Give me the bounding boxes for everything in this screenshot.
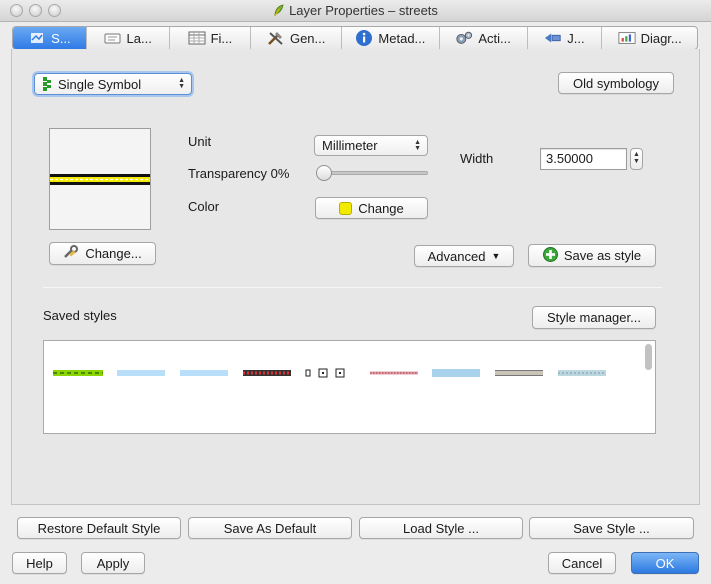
transparency-slider-handle[interactable] bbox=[316, 165, 332, 181]
help-label: Help bbox=[26, 555, 53, 571]
color-change-label: Change bbox=[358, 200, 404, 216]
save-as-style-button[interactable]: Save as style bbox=[528, 244, 656, 267]
tab-actions[interactable]: Acti... bbox=[440, 27, 528, 49]
updown-arrows-icon: ▲ ▼ bbox=[178, 77, 185, 90]
width-label: Width bbox=[460, 151, 494, 166]
style-swatch-railway-red[interactable] bbox=[243, 370, 291, 376]
style-swatch-grey-double[interactable] bbox=[495, 370, 543, 376]
load-style-button[interactable]: Load Style ... bbox=[359, 517, 523, 539]
updown-arrows-icon: ▲ ▼ bbox=[414, 138, 421, 152]
ok-label: OK bbox=[655, 555, 675, 571]
tab-bar: S... La... Fi... Gen... Metad... Acti... bbox=[12, 26, 698, 50]
section-separator bbox=[43, 287, 662, 288]
help-button[interactable]: Help bbox=[12, 552, 67, 574]
fields-table-icon bbox=[188, 30, 206, 46]
style-manager-button[interactable]: Style manager... bbox=[532, 306, 656, 329]
saved-styles-label: Saved styles bbox=[43, 308, 117, 323]
old-symbology-label: Old symbology bbox=[573, 75, 659, 91]
window-title: Layer Properties – streets bbox=[289, 3, 438, 18]
tab-general-label: Gen... bbox=[289, 30, 326, 46]
list-scrollbar[interactable] bbox=[645, 344, 652, 370]
unit-select[interactable]: Millimeter ▲ ▼ bbox=[314, 135, 428, 156]
labels-icon bbox=[104, 30, 122, 46]
style-manager-label: Style manager... bbox=[547, 310, 641, 325]
wrench-icon bbox=[63, 245, 79, 262]
transparency-slider-track[interactable] bbox=[316, 171, 428, 175]
style-panel bbox=[11, 49, 700, 505]
transparency-label: Transparency 0% bbox=[188, 166, 290, 181]
tab-metadata-label: Metad... bbox=[378, 30, 426, 46]
tab-diagrams[interactable]: Diagr... bbox=[602, 27, 697, 49]
width-input[interactable]: 3.50000 bbox=[540, 148, 627, 170]
cancel-label: Cancel bbox=[561, 555, 603, 571]
add-plus-icon bbox=[542, 246, 558, 265]
style-swatch-blue-grey-dashed[interactable] bbox=[558, 370, 606, 376]
diagram-icon bbox=[618, 30, 636, 46]
tab-actions-label: Acti... bbox=[478, 30, 511, 46]
save-style-label: Save Style ... bbox=[573, 520, 650, 536]
dropdown-arrow-icon: ▼ bbox=[491, 251, 501, 261]
ok-button[interactable]: OK bbox=[631, 552, 699, 574]
color-label: Color bbox=[188, 199, 220, 214]
title-bar: Layer Properties – streets bbox=[0, 0, 711, 22]
tab-style-label: S... bbox=[51, 30, 71, 46]
tab-style[interactable]: S... bbox=[13, 27, 87, 49]
change-symbol-button[interactable]: Change... bbox=[49, 242, 156, 265]
load-style-label: Load Style ... bbox=[403, 520, 479, 536]
apply-button[interactable]: Apply bbox=[81, 552, 145, 574]
unit-select-value: Millimeter bbox=[322, 138, 378, 153]
save-as-default-label: Save As Default bbox=[223, 520, 317, 536]
tab-diagrams-label: Diagr... bbox=[640, 30, 682, 46]
save-as-default-button[interactable]: Save As Default bbox=[188, 517, 352, 539]
renderer-select-value: Single Symbol bbox=[58, 76, 142, 92]
restore-default-style-button[interactable]: Restore Default Style bbox=[17, 517, 181, 539]
tab-labels[interactable]: La... bbox=[87, 27, 170, 49]
cancel-button[interactable]: Cancel bbox=[548, 552, 616, 574]
apply-label: Apply bbox=[96, 555, 130, 571]
change-symbol-label: Change... bbox=[85, 246, 142, 261]
tab-metadata[interactable]: Metad... bbox=[342, 27, 440, 49]
tab-labels-label: La... bbox=[126, 30, 152, 46]
style-swatch-light-blue-1[interactable] bbox=[117, 370, 165, 376]
save-as-style-label: Save as style bbox=[563, 248, 642, 263]
renderer-select[interactable]: Single Symbol ▲ ▼ bbox=[34, 73, 192, 95]
unit-label: Unit bbox=[188, 134, 212, 149]
tools-icon bbox=[267, 30, 285, 46]
save-style-button[interactable]: Save Style ... bbox=[529, 517, 694, 539]
restore-default-style-label: Restore Default Style bbox=[37, 520, 161, 536]
tab-fields[interactable]: Fi... bbox=[170, 27, 252, 49]
tab-fields-label: Fi... bbox=[210, 30, 233, 46]
style-swatch-blue-thick[interactable] bbox=[432, 369, 480, 377]
join-icon bbox=[544, 30, 562, 46]
color-swatch bbox=[339, 201, 353, 215]
info-icon bbox=[355, 30, 373, 46]
qgis-logo-icon bbox=[273, 4, 284, 17]
tab-general[interactable]: Gen... bbox=[251, 27, 343, 49]
symbol-preview bbox=[49, 128, 151, 230]
width-stepper[interactable]: ▲ ▼ bbox=[630, 148, 643, 170]
style-swatch-green-dashed[interactable] bbox=[53, 370, 103, 376]
advanced-label: Advanced bbox=[427, 248, 486, 264]
color-change-button[interactable]: Change bbox=[315, 197, 428, 219]
saved-styles-list[interactable] bbox=[43, 340, 656, 434]
style-swatch-light-blue-2[interactable] bbox=[180, 370, 228, 376]
single-symbol-icon bbox=[42, 77, 52, 91]
old-symbology-button[interactable]: Old symbology bbox=[558, 72, 674, 94]
window-title-area: Layer Properties – streets bbox=[0, 3, 711, 18]
street-line-symbol bbox=[50, 174, 150, 185]
tab-joins-label: J... bbox=[567, 30, 585, 46]
style-swatch-square-markers[interactable] bbox=[305, 368, 345, 378]
style-icon bbox=[28, 30, 46, 46]
advanced-button[interactable]: Advanced ▼ bbox=[414, 245, 514, 267]
gears-icon bbox=[455, 30, 473, 46]
tab-joins[interactable]: J... bbox=[528, 27, 603, 49]
